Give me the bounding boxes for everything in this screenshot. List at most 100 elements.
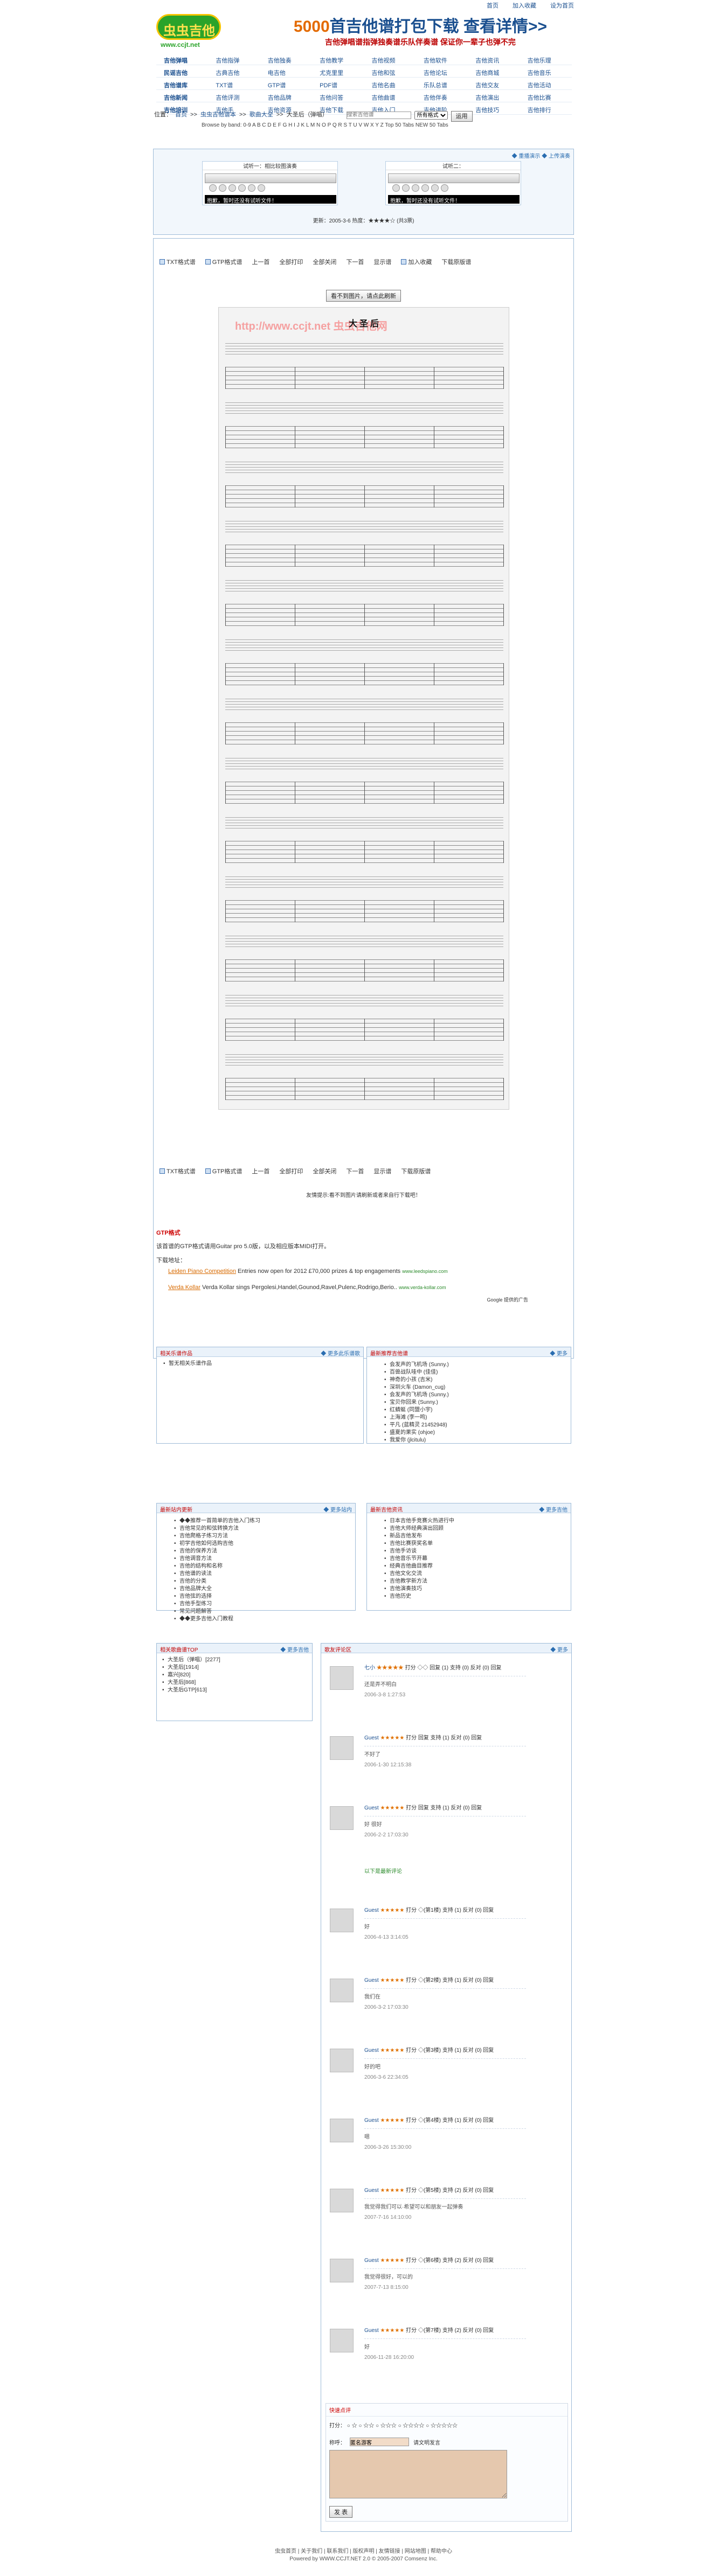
close-all-link[interactable]: 全部关闭 — [313, 257, 336, 266]
site-logo[interactable]: 虫虫吉他 www.ccjt.net — [156, 11, 259, 50]
nav-item[interactable]: 吉他商城 — [468, 66, 520, 78]
comment-meta[interactable]: 打分 回复 支持 (1) 反对 (0) 回复 — [406, 1805, 482, 1811]
comment-user[interactable]: Guest — [364, 2258, 379, 2264]
list-item[interactable]: ◆◆推荐一首简单的吉他入门练习 — [173, 1517, 339, 1525]
nav-item[interactable]: 吉他比赛 — [520, 91, 572, 102]
nav-item[interactable]: 吉他和弦 — [364, 66, 416, 78]
nav-item[interactable]: 吉他资讯 — [468, 54, 520, 65]
list-item[interactable]: 吉他手访谈 — [383, 1548, 555, 1555]
txt-format-link[interactable]: TXT格式谱 — [160, 257, 196, 266]
new-tabs-more[interactable]: ◆ 更多 — [550, 1349, 567, 1357]
nav-item[interactable]: 尤克里里 — [312, 66, 364, 78]
list-item[interactable]: 吉他品牌大全 — [173, 1585, 339, 1593]
player-two-controls[interactable] — [388, 184, 520, 193]
home-link[interactable]: 首页 — [487, 0, 498, 10]
nav-item[interactable]: 吉他名曲 — [364, 79, 416, 90]
list-item[interactable]: 吉他的保养方法 — [173, 1548, 339, 1555]
nav-item[interactable]: 吉他谱库 — [156, 79, 209, 90]
list-item[interactable]: 大圣后（弹唱）[2277] — [161, 1656, 308, 1664]
nav-item[interactable]: 吉他音乐 — [520, 66, 572, 78]
nav-item[interactable]: 吉他新闻 — [156, 91, 209, 102]
article-more[interactable]: ◆ 更多站内 — [323, 1505, 352, 1513]
footer-links[interactable]: 虫虫首页 | 关于我们 | 联系我们 | 版权声明 | 友情链接 | 网站地图 … — [153, 2548, 574, 2556]
comment-meta[interactable]: 打分 ◇(第1楼) 支持 (1) 反对 (0) 回复 — [406, 1907, 494, 1913]
nav-item[interactable]: 吉他弹唱 — [156, 54, 209, 65]
nav-item[interactable]: 吉他品牌 — [260, 91, 313, 102]
list-item[interactable]: 平凡 (蓝精灵 21452948) — [383, 1422, 555, 1429]
prev-song-link[interactable]: 上一首 — [252, 257, 269, 266]
nav-item[interactable]: 吉他问答 — [312, 91, 364, 102]
player-two[interactable]: 试听二： 抱歉，暂时还没有试听文件！ — [385, 161, 521, 205]
gtp-format-link[interactable]: GTP格式谱 — [205, 257, 242, 266]
prev-song-link-bottom[interactable]: 上一首 — [252, 1167, 269, 1175]
comment-textarea[interactable] — [329, 2450, 507, 2498]
list-item[interactable]: 初学吉他如何选购吉他 — [173, 1540, 339, 1548]
favorite-link[interactable]: 加入收藏 — [401, 257, 432, 266]
list-item[interactable]: 大圣后[1914] — [161, 1664, 308, 1672]
player-one-controls[interactable] — [205, 184, 336, 193]
breadcrumb-tabs[interactable]: 虫虫吉他谱本 — [200, 111, 236, 122]
list-item[interactable]: 吉他教学新方法 — [383, 1578, 555, 1585]
list-item[interactable]: 吉他的结构和名称 — [173, 1563, 339, 1570]
comment-user[interactable]: Guest — [364, 1805, 379, 1811]
list-item[interactable]: 深圳火车 (Damon_cug) — [383, 1384, 555, 1391]
list-item[interactable]: 吉他弦的选择 — [173, 1593, 339, 1600]
list-item[interactable]: 吉他的分类 — [173, 1578, 339, 1585]
list-item[interactable]: 吉他大师经典演出回顾 — [383, 1525, 555, 1533]
list-item[interactable]: ◆◆更多吉他入门教程 — [173, 1616, 339, 1623]
list-item[interactable]: 红蜻蜓 (同盟小宇) — [383, 1407, 555, 1414]
search-input[interactable] — [346, 111, 411, 119]
banner-more[interactable]: 查看详情>> — [463, 18, 547, 36]
player-one[interactable]: 试听一：相比较图演奏 抱歉，暂时还没有试听文件！ — [202, 161, 338, 205]
news-more[interactable]: ◆ 更多吉他 — [539, 1505, 567, 1513]
list-item[interactable]: 吉他谱的读法 — [173, 1570, 339, 1578]
ad-two[interactable]: Verda Kollar Verda Kollar sings Pergoles… — [156, 1283, 571, 1292]
comment-meta[interactable]: 打分 ◇(第5楼) 支持 (2) 反对 (0) 回复 — [406, 2188, 494, 2194]
comment-meta[interactable]: 打分 ◇◇ 回复 (1) 支持 (0) 反对 (0) 回复 — [405, 1665, 502, 1671]
list-item[interactable]: 宝贝你回来 (Sunny.) — [383, 1399, 555, 1407]
nav-item[interactable]: 吉他独奏 — [260, 54, 313, 65]
comment-meta[interactable]: 打分 ◇(第7楼) 支持 (2) 反对 (0) 回复 — [406, 2328, 494, 2334]
list-item[interactable]: 嘉兴[820] — [161, 1672, 308, 1679]
player-one-seek[interactable] — [205, 173, 336, 183]
show-tab-link[interactable]: 显示谱 — [373, 257, 391, 266]
list-item[interactable]: 经典吉他曲目推荐 — [383, 1563, 555, 1570]
nav-item[interactable]: 吉他软件 — [416, 54, 468, 65]
list-item[interactable]: 新品吉他发布 — [383, 1533, 555, 1540]
list-item[interactable]: 常见问题解答 — [173, 1608, 339, 1616]
nav-item[interactable]: 吉他视频 — [364, 54, 416, 65]
gtp-format-link-bottom[interactable]: GTP格式谱 — [205, 1167, 242, 1175]
list-item[interactable]: 日本吉他手竞赛火热进行中 — [383, 1517, 555, 1525]
search-button[interactable]: 运用 — [451, 111, 473, 122]
comment-user[interactable]: Guest — [364, 2328, 379, 2334]
comments-more[interactable]: ◆ 更多 — [550, 1645, 568, 1653]
nav-item[interactable]: 吉他曲谱 — [364, 91, 416, 102]
comment-meta[interactable]: 打分 ◇(第4楼) 支持 (1) 反对 (0) 回复 — [406, 2118, 494, 2124]
nav-item[interactable]: TXT谱 — [208, 79, 260, 90]
comment-user[interactable]: Guest — [364, 1978, 379, 1983]
comment-user[interactable]: Guest — [364, 2048, 379, 2053]
google-ad-label[interactable]: Google 提供的广告 — [156, 1296, 571, 1303]
comment-user[interactable]: 七小 — [364, 1665, 375, 1671]
nav-item[interactable]: 吉他教学 — [312, 54, 364, 65]
refresh-image-button[interactable]: 看不到图片，请点此刷新 — [326, 290, 401, 302]
nav-item[interactable]: PDF谱 — [312, 79, 364, 90]
list-item[interactable]: 暂无相关乐谱作品 — [162, 1360, 358, 1368]
nav-item[interactable]: GTP谱 — [260, 79, 313, 90]
nav-item[interactable]: 吉他指弹 — [208, 54, 260, 65]
nav-item[interactable]: 民谣吉他 — [156, 66, 209, 78]
list-item[interactable]: 神奇的小孩 (吉米) — [383, 1376, 555, 1384]
list-item[interactable]: 大圣后[868] — [161, 1679, 308, 1687]
nav-item[interactable]: 古典吉他 — [208, 66, 260, 78]
nav-item[interactable]: 吉他演出 — [468, 91, 520, 102]
print-all-link[interactable]: 全部打印 — [279, 257, 303, 266]
breadcrumb-home[interactable]: 首页 — [175, 111, 187, 122]
related-more[interactable]: ◆ 更多此乐谱歌 — [321, 1349, 360, 1357]
list-item[interactable]: 会发声的飞机场 (Sunny.) — [383, 1391, 555, 1399]
list-item[interactable]: 盛夏的果实 (ohjoe) — [383, 1429, 555, 1437]
top-banner-ad[interactable]: 5000首吉他谱打包下载 查看详情>> 吉他弹唱谱指弹独奏谱乐队伴奏谱 保证你一… — [269, 13, 571, 50]
nav-item[interactable]: 乐队总谱 — [416, 79, 468, 90]
top-songs-more[interactable]: ◆ 更多吉他 — [280, 1645, 309, 1653]
ad-one[interactable]: Leiden Piano Competition Entries now ope… — [156, 1267, 571, 1276]
comment-user[interactable]: Guest — [364, 2188, 379, 2194]
